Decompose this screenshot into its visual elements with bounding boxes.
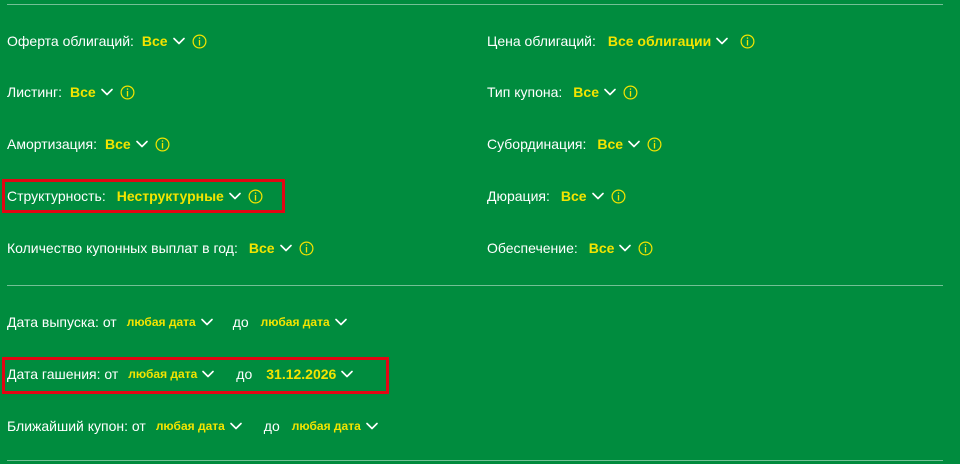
filter-label: Дата гашения: от (7, 366, 119, 382)
info-icon[interactable] (623, 85, 638, 100)
info-icon[interactable] (611, 189, 626, 204)
filter-coupon-frequency: Количество купонных выплат в год: Все (7, 237, 314, 259)
dropdown-value: любая дата (128, 367, 198, 381)
info-icon[interactable] (120, 85, 135, 100)
filter-amortization: Амортизация: Все (7, 133, 170, 155)
chevron-down-icon (716, 37, 728, 45)
chevron-down-icon (101, 88, 113, 96)
filter-label: Обеспечение: (487, 240, 578, 256)
filter-label: Оферта облигаций: (7, 33, 134, 49)
chevron-down-icon (202, 370, 214, 378)
dropdown-value: Все (248, 240, 275, 256)
filter-label: Количество купонных выплат в год: (7, 240, 238, 256)
chevron-down-icon (335, 318, 347, 326)
filter-label: Субординация: (487, 136, 587, 152)
subordination-dropdown[interactable]: Все (597, 136, 640, 152)
dropdown-value: любая дата (155, 419, 225, 433)
filter-label: Ближайший купон: от (7, 418, 146, 434)
dropdown-value: Все (69, 84, 96, 100)
chevron-down-icon (201, 318, 213, 326)
chevron-down-icon (628, 140, 640, 148)
info-icon[interactable] (155, 137, 170, 152)
filter-label: Дюрация: (487, 188, 550, 204)
chevron-down-icon (230, 422, 242, 430)
info-icon[interactable] (740, 34, 755, 49)
chevron-down-icon (592, 192, 604, 200)
section-divider (7, 285, 943, 286)
dropdown-value: любая дата (126, 315, 196, 329)
bottom-divider (7, 460, 943, 461)
dropdown-value: Все (560, 188, 587, 204)
issue-date-to-dropdown[interactable]: любая дата (261, 315, 347, 329)
bond-offer-dropdown[interactable]: Все (142, 33, 185, 49)
to-label: до (232, 314, 249, 330)
chevron-down-icon (173, 37, 185, 45)
chevron-down-icon (136, 140, 148, 148)
chevron-down-icon (604, 88, 616, 96)
filter-maturity-date: Дата гашения: от любая дата до 31.12.202… (7, 363, 353, 385)
issue-date-from-dropdown[interactable]: любая дата (127, 315, 213, 329)
dropdown-value: Все (141, 33, 168, 49)
coupon-type-dropdown[interactable]: Все (573, 84, 616, 100)
chevron-down-icon (619, 244, 631, 252)
maturity-date-from-dropdown[interactable]: любая дата (128, 367, 214, 381)
next-coupon-to-dropdown[interactable]: любая дата (292, 419, 378, 433)
filter-next-coupon: Ближайший купон: от любая дата до любая … (7, 415, 378, 437)
filter-label: Цена облигаций: (487, 33, 596, 49)
maturity-date-to-dropdown[interactable]: 31.12.2026 (266, 366, 353, 382)
info-icon[interactable] (638, 241, 653, 256)
filter-bond-price: Цена облигаций: Все облигации (487, 30, 755, 52)
dropdown-value: Все (597, 136, 624, 152)
filter-duration: Дюрация: Все (487, 185, 626, 207)
filter-bond-offer: Оферта облигаций: Все (7, 30, 207, 52)
chevron-down-icon (229, 192, 241, 200)
filter-label: Амортизация: (7, 136, 97, 152)
info-icon[interactable] (299, 241, 314, 256)
top-divider (7, 4, 943, 5)
dropdown-value: Неструктурные (116, 188, 224, 204)
chevron-down-icon (366, 422, 378, 430)
filter-label: Структурность: (7, 188, 106, 204)
info-icon[interactable] (647, 137, 662, 152)
info-icon[interactable] (192, 34, 207, 49)
dropdown-value: Все (104, 136, 131, 152)
dropdown-value: Все (588, 240, 615, 256)
filter-issue-date: Дата выпуска: от любая дата до любая дат… (7, 311, 347, 333)
bond-price-dropdown[interactable]: Все облигации (608, 33, 728, 49)
listing-dropdown[interactable]: Все (70, 84, 113, 100)
filter-label: Листинг: (7, 84, 62, 100)
chevron-down-icon (280, 244, 292, 252)
filter-label: Дата выпуска: от (7, 314, 117, 330)
structure-dropdown[interactable]: Неструктурные (117, 188, 241, 204)
coupon-frequency-dropdown[interactable]: Все (249, 240, 292, 256)
filter-structure: Структурность: Неструктурные (7, 185, 263, 207)
filter-label: Тип купона: (487, 84, 563, 100)
filter-subordination: Субординация: Все (487, 133, 662, 155)
collateral-dropdown[interactable]: Все (589, 240, 632, 256)
dropdown-value: Все облигации (607, 33, 712, 49)
filter-collateral: Обеспечение: Все (487, 237, 653, 259)
chevron-down-icon (341, 370, 353, 378)
next-coupon-from-dropdown[interactable]: любая дата (156, 419, 242, 433)
amortization-dropdown[interactable]: Все (105, 136, 148, 152)
filter-coupon-type: Тип купона: Все (487, 81, 638, 103)
dropdown-value: любая дата (260, 315, 330, 329)
filter-listing: Листинг: Все (7, 81, 135, 103)
info-icon[interactable] (248, 189, 263, 204)
to-label: до (236, 366, 253, 382)
to-label: до (263, 418, 280, 434)
dropdown-value: любая дата (291, 419, 361, 433)
dropdown-value: 31.12.2026 (266, 366, 337, 382)
duration-dropdown[interactable]: Все (561, 188, 604, 204)
dropdown-value: Все (573, 84, 599, 100)
